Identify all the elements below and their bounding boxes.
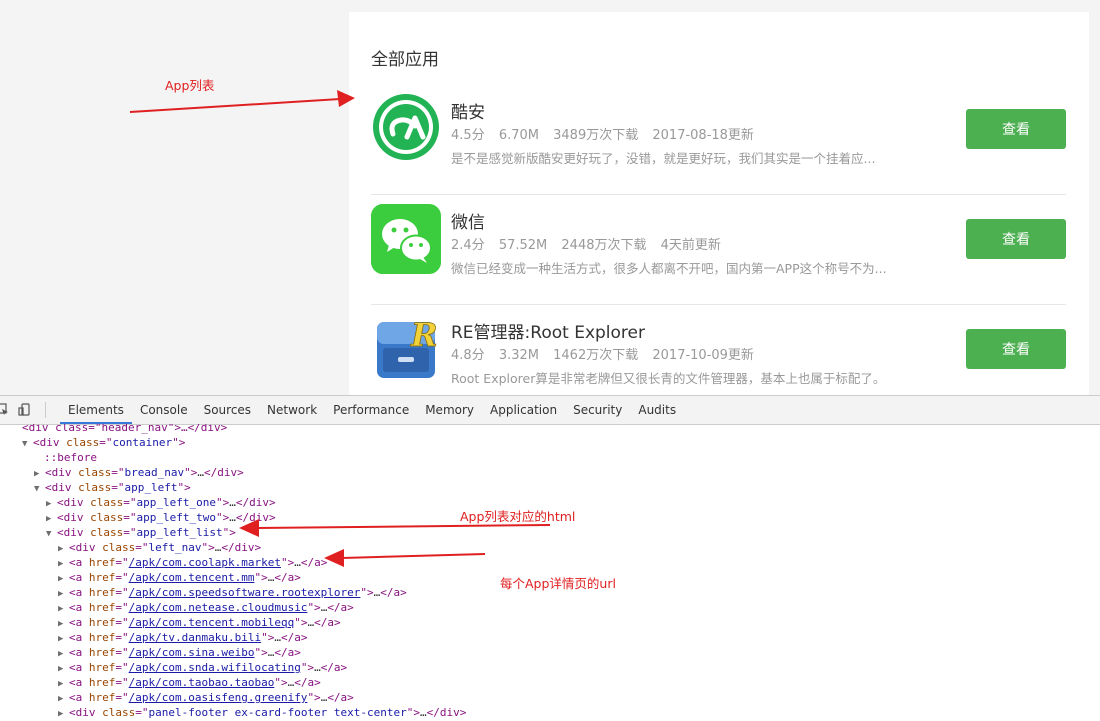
annotation-arrow-app-list bbox=[129, 90, 355, 113]
dom-node-line[interactable]: ▶ <a href="/apk/com.snda.wifilocating">…<… bbox=[58, 660, 347, 675]
app-updated: 2017-08-18更新 bbox=[652, 128, 754, 143]
dom-node-line[interactable]: ▶ <a href="/apk/com.netease.cloudmusic">…… bbox=[58, 600, 354, 615]
app-updated: 4天前更新 bbox=[660, 238, 721, 253]
app-rating: 2.4分 bbox=[451, 238, 485, 253]
view-button[interactable]: 查看 bbox=[966, 219, 1066, 259]
annotation-arrow-detail-url bbox=[324, 549, 486, 567]
device-toolbar-icon[interactable] bbox=[18, 403, 31, 416]
href-link[interactable]: /apk/com.coolapk.market bbox=[129, 556, 281, 569]
dom-node-line[interactable]: ▶ <a href="/apk/com.sina.weibo">…</a> bbox=[58, 645, 301, 660]
page-viewport: 全部应用 酷安 4.5分 6.70M 3489万次下载 2017-08-18更新… bbox=[0, 0, 1100, 395]
tab-audits[interactable]: Audits bbox=[630, 396, 684, 424]
href-link[interactable]: /apk/com.tencent.mobileqq bbox=[129, 616, 295, 629]
dom-node-line[interactable]: ▶ <a href="/apk/com.speedsoftware.rootexp… bbox=[58, 585, 407, 600]
app-description: 微信已经变成一种生活方式，很多人都离不开吧，国内第一APP这个称号不为... bbox=[451, 261, 887, 276]
app-size: 3.32M bbox=[498, 348, 539, 363]
app-name[interactable]: 酷安 bbox=[451, 98, 485, 123]
tab-memory[interactable]: Memory bbox=[417, 396, 482, 424]
app-description: Root Explorer算是非常老牌但又很长青的文件管理器，基本上也属于标配了… bbox=[451, 371, 886, 386]
tab-console[interactable]: Console bbox=[132, 396, 196, 424]
dom-node-line[interactable]: ▼ <div class="container"> bbox=[22, 435, 185, 450]
app-size: 57.52M bbox=[498, 238, 548, 253]
annotation-detail-url: 每个App详情页的url bbox=[500, 576, 616, 591]
tab-performance[interactable]: Performance bbox=[325, 396, 417, 424]
app-meta: 4.8分 3.32M 1462万次下载 2017-10-09更新 bbox=[451, 344, 764, 363]
inspect-element-icon[interactable] bbox=[0, 403, 9, 416]
tab-sources[interactable]: Sources bbox=[196, 396, 259, 424]
coolapk-icon[interactable] bbox=[371, 92, 441, 162]
view-button[interactable]: 查看 bbox=[966, 109, 1066, 149]
dom-node-line[interactable]: ▶ <a href="/apk/tv.danmaku.bili">…</a> bbox=[58, 630, 307, 645]
dom-node-line[interactable]: ▶ <div class="panel-footer ex-card-footer… bbox=[58, 705, 466, 720]
annotation-arrow-app-list-html bbox=[239, 519, 551, 537]
app-size: 6.70M bbox=[498, 128, 539, 143]
app-name[interactable]: RE管理器:Root Explorer bbox=[451, 318, 645, 343]
expanded-triangle-icon[interactable]: ▼ bbox=[22, 437, 33, 452]
app-list-card: 全部应用 酷安 4.5分 6.70M 3489万次下载 2017-08-18更新… bbox=[349, 12, 1089, 395]
toolbar-divider bbox=[45, 402, 46, 418]
app-rating: 4.8分 bbox=[451, 348, 485, 363]
app-downloads: 1462万次下载 bbox=[553, 348, 639, 363]
dom-node-line[interactable]: ▼ <div class="app_left"> bbox=[34, 480, 191, 495]
tab-network[interactable]: Network bbox=[259, 396, 325, 424]
tab-security[interactable]: Security bbox=[565, 396, 630, 424]
collapsed-triangle-icon[interactable]: ▶ bbox=[58, 707, 69, 721]
dom-node-line[interactable]: ▶ <a href="/apk/com.tencent.mobileqq">…</… bbox=[58, 615, 341, 630]
app-rating: 4.5分 bbox=[451, 128, 485, 143]
href-link[interactable]: /apk/com.netease.cloudmusic bbox=[129, 601, 308, 614]
app-updated: 2017-10-09更新 bbox=[652, 348, 754, 363]
app-meta: 4.5分 6.70M 3489万次下载 2017-08-18更新 bbox=[451, 124, 764, 143]
dom-node-line[interactable]: ▶ <a href="/apk/com.coolapk.market">…</a> bbox=[58, 555, 327, 570]
tab-application[interactable]: Application bbox=[482, 396, 565, 424]
devtools-toolbar: Elements Console Sources Network Perform… bbox=[0, 396, 1100, 425]
dom-node-line[interactable]: ▶ <div class="app_left_one">…</div> bbox=[46, 495, 276, 510]
href-link[interactable]: /apk/tv.danmaku.bili bbox=[129, 631, 261, 644]
app-downloads: 3489万次下载 bbox=[553, 128, 639, 143]
svg-text:R: R bbox=[410, 316, 438, 354]
dom-node-line[interactable]: <div class="header_nav">…</div> bbox=[22, 424, 227, 435]
href-link[interactable]: /apk/com.oasisfeng.greenify bbox=[129, 691, 308, 704]
dom-node-line[interactable]: ▶ <a href="/apk/com.tencent.mm">…</a> bbox=[58, 570, 301, 585]
devtools-tabs: Elements Console Sources Network Perform… bbox=[60, 396, 684, 424]
dom-node-line[interactable]: ▶ <div class="bread_nav">…</div> bbox=[34, 465, 244, 480]
dom-node-line[interactable]: ▶ <a href="/apk/com.oasisfeng.greenify">…… bbox=[58, 690, 354, 705]
href-link[interactable]: /apk/com.tencent.mm bbox=[129, 571, 255, 584]
app-meta: 2.4分 57.52M 2448万次下载 4天前更新 bbox=[451, 234, 731, 253]
app-list-item[interactable]: 酷安 4.5分 6.70M 3489万次下载 2017-08-18更新 是不是感… bbox=[371, 84, 1066, 195]
root-explorer-icon[interactable]: R bbox=[371, 314, 441, 384]
app-list-item[interactable]: R RE管理器:Root Explorer 4.8分 3.32M 1462万次下… bbox=[371, 304, 1066, 395]
dom-node-line[interactable]: ▼ <div class="app_left_list"> bbox=[46, 525, 236, 540]
dom-node-line[interactable]: ::before bbox=[44, 450, 97, 465]
view-button[interactable]: 查看 bbox=[966, 329, 1066, 369]
app-list-item[interactable]: 微信 2.4分 57.52M 2448万次下载 4天前更新 微信已经变成一种生活… bbox=[371, 194, 1066, 305]
section-title: 全部应用 bbox=[371, 50, 439, 70]
wechat-icon[interactable] bbox=[371, 204, 441, 274]
expanded-triangle-icon[interactable]: ▼ bbox=[34, 482, 45, 497]
href-link[interactable]: /apk/com.snda.wifilocating bbox=[129, 661, 301, 674]
app-downloads: 2448万次下载 bbox=[561, 238, 647, 253]
tab-elements[interactable]: Elements bbox=[60, 396, 132, 424]
app-name[interactable]: 微信 bbox=[451, 208, 485, 233]
dom-node-line[interactable]: ▶ <a href="/apk/com.taobao.taobao">…</a> bbox=[58, 675, 321, 690]
href-link[interactable]: /apk/com.sina.weibo bbox=[129, 646, 255, 659]
app-description: 是不是感觉新版酷安更好玩了，没错，就是更好玩，我们其实是一个挂着应... bbox=[451, 151, 876, 166]
dom-node-line[interactable]: ▶ <div class="left_nav">…</div> bbox=[58, 540, 261, 555]
href-link[interactable]: /apk/com.speedsoftware.rootexplorer bbox=[129, 586, 361, 599]
href-link[interactable]: /apk/com.taobao.taobao bbox=[129, 676, 275, 689]
devtools-panel: Elements Console Sources Network Perform… bbox=[0, 395, 1100, 721]
expanded-triangle-icon[interactable]: ▼ bbox=[46, 527, 57, 542]
